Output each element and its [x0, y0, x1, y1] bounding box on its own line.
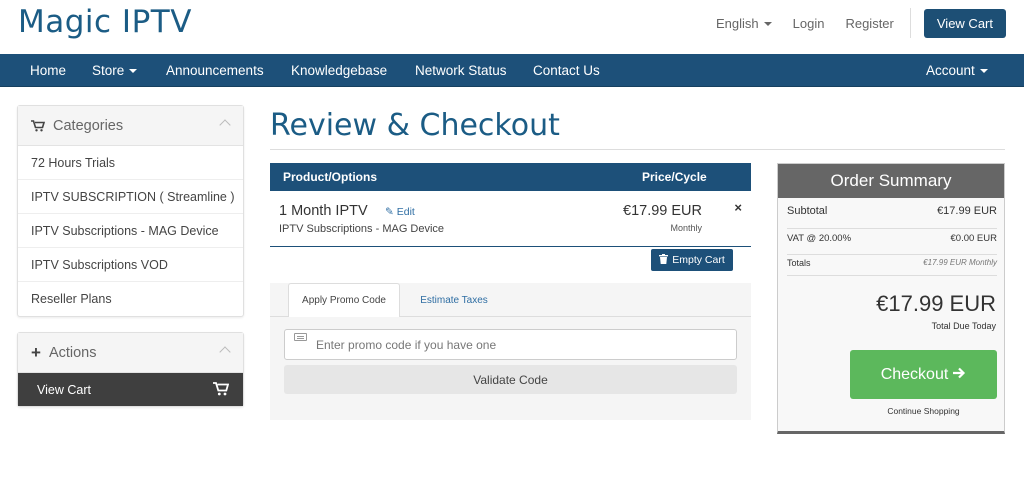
chevron-up-icon[interactable] — [219, 346, 231, 358]
empty-cart-label: Empty Cart — [672, 254, 725, 266]
trash-icon — [659, 253, 669, 267]
category-item[interactable]: IPTV Subscriptions VOD — [18, 248, 243, 282]
actions-panel-header[interactable]: + Actions — [18, 333, 243, 373]
promo-code-placeholder: Enter promo code if you have one — [316, 337, 497, 352]
product-name: 1 Month IPTV — [279, 203, 368, 219]
vat-label: VAT @ 20.00% — [787, 233, 852, 244]
actions-panel: + Actions View Cart — [17, 332, 244, 407]
chevron-up-icon[interactable] — [219, 119, 231, 131]
categories-panel: Categories 72 Hours Trials IPTV SUBSCRIP… — [17, 105, 244, 317]
subtotal-label: Subtotal — [787, 205, 828, 217]
cart-table-header: Product/Options Price/Cycle — [270, 163, 751, 191]
nav-network-status[interactable]: Network Status — [415, 63, 507, 78]
language-dropdown[interactable]: English — [716, 16, 772, 31]
checkout-label: Checkout — [880, 365, 949, 383]
shopping-cart-icon — [213, 382, 230, 399]
caret-down-icon — [763, 22, 772, 27]
login-link[interactable]: Login — [793, 16, 825, 31]
nav-knowledgebase[interactable]: Knowledgebase — [291, 63, 387, 78]
ticket-icon — [294, 333, 307, 341]
arrow-right-icon — [953, 366, 966, 384]
nav-store[interactable]: Store — [92, 63, 138, 78]
checkout-button[interactable]: Checkout — [850, 350, 997, 399]
order-summary-title: Order Summary — [778, 164, 1004, 198]
vat-row: VAT @ 20.00% €0.00 EUR — [787, 233, 997, 255]
nav-store-label: Store — [92, 63, 125, 78]
edit-link[interactable]: ✎ Edit — [385, 206, 415, 218]
categories-title: Categories — [53, 117, 124, 134]
sidebar-action-view-cart[interactable]: View Cart — [18, 373, 243, 406]
site-logo[interactable]: Magic IPTV — [18, 4, 192, 40]
action-label: View Cart — [37, 382, 91, 397]
category-item[interactable]: IPTV SUBSCRIPTION ( Streamline ) — [18, 180, 243, 214]
view-cart-button[interactable]: View Cart — [923, 8, 1006, 38]
nav-account[interactable]: Account — [926, 63, 988, 78]
column-header-product: Product/Options — [283, 170, 377, 184]
pencil-icon: ✎ — [385, 206, 394, 218]
nav-announcements[interactable]: Announcements — [166, 63, 264, 78]
remove-item-icon[interactable]: × — [734, 200, 742, 215]
divider — [909, 8, 911, 38]
category-item[interactable]: Reseller Plans — [18, 282, 243, 316]
subtotal-value: €17.99 EUR — [937, 205, 997, 217]
empty-cart-button[interactable]: Empty Cart — [651, 249, 733, 271]
nav-contact-us[interactable]: Contact Us — [533, 63, 600, 78]
page-title: Review & Checkout — [270, 108, 560, 143]
vat-value: €0.00 EUR — [950, 233, 997, 244]
actions-title: Actions — [48, 344, 97, 361]
subtotal-row: Subtotal €17.99 EUR — [787, 205, 997, 229]
order-summary: Order Summary Subtotal €17.99 EUR VAT @ … — [777, 163, 1005, 434]
totals-label: Totals — [787, 258, 811, 268]
column-header-price: Price/Cycle — [642, 170, 707, 184]
plus-icon: + — [31, 342, 41, 362]
main-navbar: Home Store Announcements Knowledgebase N… — [0, 54, 1024, 87]
tab-estimate-taxes[interactable]: Estimate Taxes — [406, 283, 502, 317]
top-links: English Login Register View Cart — [716, 8, 1006, 38]
shopping-cart-icon — [31, 119, 46, 132]
product-price: €17.99 EUR — [623, 203, 702, 219]
promo-panel: Apply Promo Code Estimate Taxes Enter pr… — [270, 283, 751, 420]
register-link[interactable]: Register — [845, 16, 893, 31]
category-item[interactable]: 72 Hours Trials — [18, 146, 243, 180]
tab-apply-promo-code[interactable]: Apply Promo Code — [288, 283, 400, 317]
edit-label: Edit — [396, 206, 415, 218]
total-due-amount: €17.99 EUR — [876, 291, 996, 316]
nav-home[interactable]: Home — [30, 63, 66, 78]
totals-row: Totals €17.99 EUR Monthly — [787, 258, 997, 276]
total-due-label: Total Due Today — [931, 321, 996, 331]
category-item[interactable]: IPTV Subscriptions - MAG Device — [18, 214, 243, 248]
validate-code-button[interactable]: Validate Code — [284, 365, 737, 394]
billing-cycle: Monthly — [670, 223, 702, 233]
promo-code-input[interactable]: Enter promo code if you have one — [284, 329, 737, 360]
categories-panel-header[interactable]: Categories — [18, 106, 243, 146]
nav-account-label: Account — [926, 63, 975, 78]
caret-down-icon — [979, 69, 988, 74]
language-label: English — [716, 15, 759, 31]
product-group: IPTV Subscriptions - MAG Device — [279, 223, 445, 235]
totals-value: €17.99 EUR Monthly — [923, 258, 997, 267]
cart-item-row: 1 Month IPTV ✎ Edit IPTV Subscriptions -… — [270, 191, 751, 247]
caret-down-icon — [129, 69, 138, 74]
divider — [270, 149, 1005, 150]
continue-shopping-link[interactable]: Continue Shopping — [850, 406, 997, 416]
